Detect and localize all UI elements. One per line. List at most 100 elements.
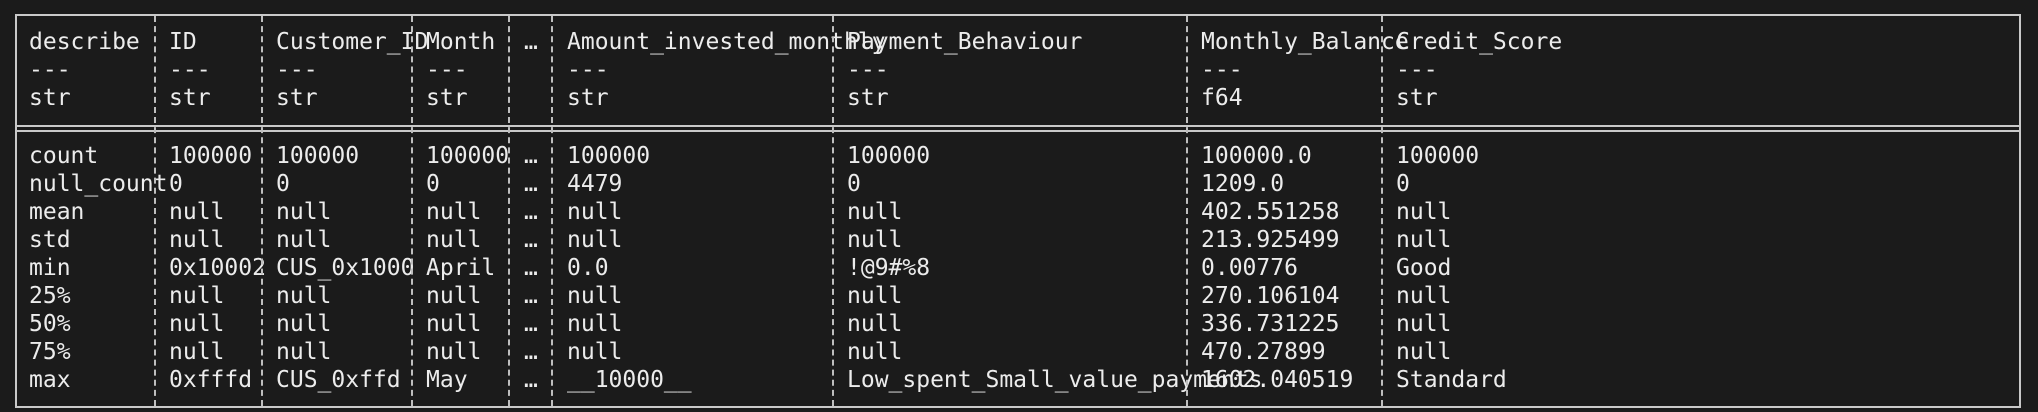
table-cell: … bbox=[524, 367, 538, 393]
table-cell: null bbox=[567, 283, 623, 309]
column-cells: 100000.0 1209.0 402.551258 213.925499 0.0077… bbox=[1201, 142, 1353, 394]
column-dtype: str bbox=[169, 85, 211, 111]
column-header-dashes: --- bbox=[426, 57, 468, 83]
column-header-dashes: --- bbox=[1201, 57, 1243, 83]
column-header-dashes: --- bbox=[169, 57, 211, 83]
column-separator bbox=[154, 16, 156, 406]
table-cell: 1602.040519 bbox=[1201, 367, 1354, 393]
table-cell: 100000.0 bbox=[1201, 143, 1312, 169]
table-cell: 0 bbox=[426, 171, 440, 197]
column-name: … bbox=[524, 29, 538, 55]
column-cells: ……………………… bbox=[524, 142, 538, 394]
dataframe-describe-table: describe --- str count null_count mean std min 2… bbox=[15, 14, 2021, 408]
column-header: Credit_Score --- str bbox=[1396, 28, 1562, 112]
column-separator bbox=[1381, 16, 1383, 406]
column-name: Month bbox=[426, 29, 496, 55]
column-name: Amount_invested_monthly bbox=[567, 29, 886, 55]
column-header-dashes: --- bbox=[276, 57, 318, 83]
column-cells: count null_count mean std min 25% 50% 75% max bbox=[29, 142, 167, 394]
table-cell: null bbox=[169, 199, 225, 225]
table-cell: 50% bbox=[29, 311, 71, 337]
column-name: Monthly_Balance bbox=[1201, 29, 1409, 55]
table-cell: null bbox=[276, 199, 332, 225]
table-cell: null bbox=[276, 283, 332, 309]
table-cell: mean bbox=[29, 199, 85, 225]
table-cell: null bbox=[169, 283, 225, 309]
table-cell: 100000 bbox=[567, 143, 651, 169]
table-cell: … bbox=[524, 283, 538, 309]
table-cell: 25% bbox=[29, 283, 71, 309]
table-cell: … bbox=[524, 143, 538, 169]
column-header: … bbox=[524, 28, 538, 112]
column-name: ID bbox=[169, 29, 197, 55]
table-cell: CUS_0x1000 bbox=[276, 255, 415, 281]
table-cell: 213.925499 bbox=[1201, 227, 1340, 253]
column-header-dashes: --- bbox=[29, 57, 71, 83]
table-cell: 100000 bbox=[1396, 143, 1480, 169]
table-cell: 0 bbox=[169, 171, 183, 197]
table-cell: 75% bbox=[29, 339, 71, 365]
table-cell: null bbox=[276, 227, 332, 253]
table-cell: max bbox=[29, 367, 71, 393]
table-cell: count bbox=[29, 143, 99, 169]
table-cell: 0x10002 bbox=[169, 255, 266, 281]
column-name: Payment_Behaviour bbox=[847, 29, 1083, 55]
column-dtype: str bbox=[276, 85, 318, 111]
column-header-dashes: --- bbox=[847, 57, 889, 83]
table-cell: null bbox=[169, 311, 225, 337]
table-cell: 0 bbox=[1396, 171, 1410, 197]
header-separator bbox=[17, 125, 2019, 132]
table-cell: min bbox=[29, 255, 71, 281]
table-cell: … bbox=[524, 339, 538, 365]
table-cell: 100000 bbox=[276, 143, 360, 169]
column-header: Payment_Behaviour --- str bbox=[847, 28, 1082, 112]
table-cell: null bbox=[567, 311, 623, 337]
table-cell: 0.00776 bbox=[1201, 255, 1298, 281]
table-cell: null bbox=[426, 227, 482, 253]
table-cell: 402.551258 bbox=[1201, 199, 1340, 225]
table-cell: CUS_0xffd bbox=[276, 367, 401, 393]
table-cell: null bbox=[426, 339, 482, 365]
column-dtype: f64 bbox=[1201, 85, 1243, 111]
column-header: ID --- str bbox=[169, 28, 211, 112]
column-header-dashes: --- bbox=[567, 57, 609, 83]
table-cell: null bbox=[169, 227, 225, 253]
column-dtype: str bbox=[29, 85, 71, 111]
table-cell: null bbox=[276, 339, 332, 365]
table-cell: 100000 bbox=[169, 143, 253, 169]
table-cell: April bbox=[426, 255, 496, 281]
column-header: Customer_ID --- str bbox=[276, 28, 428, 112]
table-cell: 0 bbox=[276, 171, 290, 197]
column-header: Monthly_Balance --- f64 bbox=[1201, 28, 1409, 112]
table-cell: null bbox=[1396, 311, 1452, 337]
table-cell: null bbox=[426, 311, 482, 337]
table-cell: null bbox=[567, 227, 623, 253]
table-cell: 4479 bbox=[567, 171, 623, 197]
table-cell: … bbox=[524, 171, 538, 197]
column-dtype: str bbox=[426, 85, 468, 111]
table-cell: null bbox=[1396, 339, 1452, 365]
table-cell: null bbox=[426, 283, 482, 309]
column-cells: 100000 4479 null null 0.0 null null null __10000… bbox=[567, 142, 692, 394]
column-separator bbox=[1186, 16, 1188, 406]
table-cell: null bbox=[426, 199, 482, 225]
table-cell: Standard bbox=[1396, 367, 1507, 393]
table-cell: Good bbox=[1396, 255, 1452, 281]
column-cells: 100000 0 null null Good null null null Standard bbox=[1396, 142, 1507, 394]
column-header: Month --- str bbox=[426, 28, 495, 112]
column-cells: 100000 0 null null CUS_0x1000 null null null CUS… bbox=[276, 142, 414, 394]
table-cell: May bbox=[426, 367, 468, 393]
table-cell: 470.27899 bbox=[1201, 339, 1326, 365]
table-cell: 0xfffd bbox=[169, 367, 253, 393]
column-header: Amount_invested_monthly --- str bbox=[567, 28, 886, 112]
table-cell: null bbox=[1396, 227, 1452, 253]
column-dtype: str bbox=[1396, 85, 1438, 111]
column-cells: 100000 0 null null 0x10002 null null null 0xfffd bbox=[169, 142, 266, 394]
column-dtype: str bbox=[567, 85, 609, 111]
table-cell: null bbox=[567, 339, 623, 365]
table-cell: … bbox=[524, 255, 538, 281]
table-cell: null bbox=[567, 199, 623, 225]
column-header-dashes bbox=[524, 56, 538, 84]
table-cell: … bbox=[524, 199, 538, 225]
column-dtype: str bbox=[847, 85, 889, 111]
